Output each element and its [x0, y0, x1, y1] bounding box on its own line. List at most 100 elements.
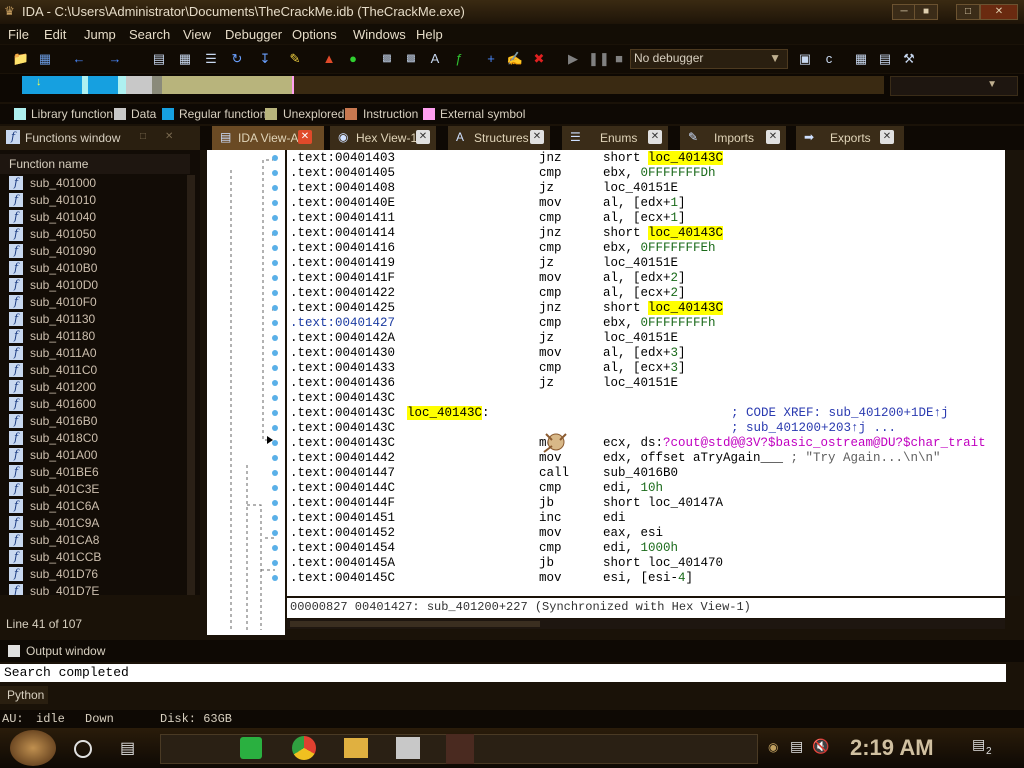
function-list-item[interactable]: f sub_4010F0 — [0, 294, 186, 311]
function-list-item[interactable]: f sub_401CCB — [0, 549, 186, 566]
disassembly-line[interactable]: .text:00401425 jnz short loc_40143C — [290, 301, 724, 316]
close-icon[interactable]: ✕ — [298, 130, 312, 144]
disassembly-line[interactable]: .text:0040142A jz loc_40151E — [290, 331, 678, 346]
xref-comment[interactable]: ; sub_401200+203↑j ... — [731, 421, 896, 435]
menu-file[interactable]: File — [8, 27, 29, 42]
function-list-item[interactable]: f sub_4016B0 — [0, 413, 186, 430]
menu-edit[interactable]: Edit — [44, 27, 66, 42]
disassembly-line[interactable]: .text:00401416 cmp ebx, 0FFFFFFFEh — [290, 241, 716, 256]
function-list-item[interactable]: f sub_401D76 — [0, 566, 186, 583]
maximize-button[interactable]: □ — [956, 4, 980, 20]
scroll-thumb[interactable] — [290, 621, 540, 627]
add-icon[interactable]: + — [482, 50, 500, 68]
code-icon[interactable]: ▩ — [378, 50, 396, 68]
disassembly-view[interactable]: .text:00401403 jnz short loc_40143C .text:0… — [287, 150, 1005, 596]
disassembly-line[interactable]: .text:0040143Cmovecx, ds:?cout@std@@3V?$… — [290, 436, 986, 451]
tray-icon[interactable]: ◉ — [768, 740, 778, 754]
tools-icon[interactable]: ⚒ — [900, 50, 918, 68]
python-tab[interactable]: Python — [0, 686, 48, 704]
code-label[interactable]: loc_40143C — [407, 406, 483, 420]
close-icon[interactable]: ✕ — [880, 130, 894, 144]
function-list-item[interactable]: f sub_401D7E — [0, 583, 186, 595]
xref-comment[interactable]: ; CODE XREF: sub_401200+1DE↑j — [731, 406, 949, 420]
stop-icon[interactable]: ■ — [610, 50, 628, 68]
function-list-item[interactable]: f sub_4011A0 — [0, 345, 186, 362]
tab-exports[interactable]: ➡ Exports ✕ — [796, 126, 905, 150]
disassembly-line[interactable]: .text:0040145A jb short loc_401470 — [290, 556, 723, 571]
function-list-item[interactable]: f sub_401600 — [0, 396, 186, 413]
menu-help[interactable]: Help — [416, 27, 443, 42]
function-list-item[interactable]: f sub_401A00 — [0, 447, 186, 464]
jump-table-icon[interactable]: ▦ — [176, 50, 194, 68]
function-list-item[interactable]: f sub_401010 — [0, 192, 186, 209]
output-text-area[interactable]: Search completed — [0, 664, 1006, 682]
function-list-item[interactable]: f sub_4018C0 — [0, 430, 186, 447]
back-icon[interactable]: ← — [70, 50, 88, 68]
disassembly-line[interactable]: .text:00401414 jnz short loc_40143C — [290, 226, 724, 241]
function-list-item[interactable]: f sub_4010D0 — [0, 277, 186, 294]
notes-app-icon[interactable] — [240, 737, 262, 759]
disassembly-line[interactable]: .text:00401427 cmp ebx, 0FFFFFFFFh — [290, 316, 716, 331]
nav-dropdown[interactable]: ▼ — [890, 76, 1018, 96]
string-icon[interactable]: A — [426, 50, 444, 68]
layout-icon[interactable]: ▦ — [852, 50, 870, 68]
debug-option-icon[interactable]: ▣ — [796, 50, 814, 68]
functions-column-header[interactable]: Function name — [0, 154, 190, 174]
function-list-item[interactable]: f sub_401180 — [0, 328, 186, 345]
function-list-item[interactable]: f sub_401BE6 — [0, 464, 186, 481]
tab-enums[interactable]: ☰ Enums ✕ — [562, 126, 669, 150]
close-icon[interactable]: ✕ — [530, 130, 544, 144]
volume-muted-icon[interactable]: 🔇 — [812, 738, 829, 755]
disassembly-line[interactable]: .text:00401408 jz loc_40151E — [290, 181, 678, 196]
menu-search[interactable]: Search — [129, 27, 170, 42]
disassembly-line[interactable]: .text:0040141F mov al, [edx+2] — [290, 271, 686, 286]
app-avatar-icon[interactable] — [446, 734, 474, 764]
close-icon[interactable]: ✕ — [648, 130, 662, 144]
disassembly-line[interactable]: .text:0040144C cmp edi, 10h — [290, 481, 663, 496]
functions-scrollbar[interactable] — [187, 175, 195, 595]
close-icon[interactable]: ✕ — [416, 130, 430, 144]
function-list-item[interactable]: f sub_401000 — [0, 175, 186, 192]
file-explorer-icon[interactable] — [344, 738, 368, 758]
debugger-select[interactable]: No debugger ▼ — [630, 49, 788, 69]
start-button[interactable] — [10, 730, 56, 766]
debug-c-icon[interactable]: c — [820, 50, 838, 68]
delete-icon[interactable]: ✖ — [530, 50, 548, 68]
tab-ida-view-a[interactable]: ▤ IDA View-A ✕ — [212, 126, 325, 150]
disassembly-line[interactable]: .text:00401442 mov edx, offset aTryAgain__… — [290, 451, 941, 466]
warning-icon[interactable]: ▲ — [320, 50, 338, 68]
close-icon[interactable]: ✕ — [165, 131, 173, 142]
pause-icon[interactable]: ❚❚ — [588, 50, 610, 68]
network-icon[interactable]: ▤ — [790, 738, 803, 755]
float-icon[interactable]: □ — [140, 131, 146, 142]
disassembly-line[interactable]: .text:00401430 mov al, [edx+3] — [290, 346, 686, 361]
search-next-icon[interactable]: ↻ — [228, 50, 246, 68]
disassembly-line[interactable]: .text:00401403 jnz short loc_40143C — [290, 151, 724, 166]
disassembly-line[interactable]: .text:0040143C ; sub_401200+203↑j ... — [290, 421, 896, 436]
function-list-item[interactable]: f sub_401200 — [0, 379, 186, 396]
close-button[interactable]: ✕ — [980, 4, 1018, 20]
function-list-item[interactable]: f sub_4011C0 — [0, 362, 186, 379]
pin-button[interactable]: ■ — [914, 4, 938, 20]
ida-taskbar-icon[interactable] — [396, 737, 420, 759]
tab-imports[interactable]: ✎ Imports ✕ — [680, 126, 787, 150]
chrome-icon[interactable] — [292, 736, 316, 760]
disassembly-line[interactable]: .text:00401419 jz loc_40151E — [290, 256, 678, 271]
function-list-item[interactable]: f sub_401C9A — [0, 515, 186, 532]
function-icon[interactable]: ƒ — [450, 50, 468, 68]
vertical-scrollbar[interactable] — [1006, 150, 1020, 596]
disassembly-line[interactable]: .text:0040145C mov esi, [esi-4] — [290, 571, 693, 586]
tab-structures[interactable]: A Structures ✕ — [448, 126, 551, 150]
notification-icon[interactable]: ▤ 2 — [972, 736, 994, 758]
down-arrow-icon[interactable]: ↧ — [256, 50, 274, 68]
task-view-icon[interactable]: ▤ — [120, 738, 140, 757]
disassembly-line[interactable]: .text:0040140E mov al, [edx+1] — [290, 196, 686, 211]
edit-icon[interactable]: ✍ — [506, 50, 524, 68]
disassembly-line[interactable]: .text:00401422 cmp al, [ecx+2] — [290, 286, 686, 301]
disassembly-line[interactable]: .text:00401451 inc edi — [290, 511, 626, 526]
function-list-item[interactable]: f sub_401130 — [0, 311, 186, 328]
close-icon[interactable]: ✕ — [766, 130, 780, 144]
menu-windows[interactable]: Windows — [353, 27, 406, 42]
forward-icon[interactable]: → — [106, 50, 124, 68]
function-list-item[interactable]: f sub_401C3E — [0, 481, 186, 498]
